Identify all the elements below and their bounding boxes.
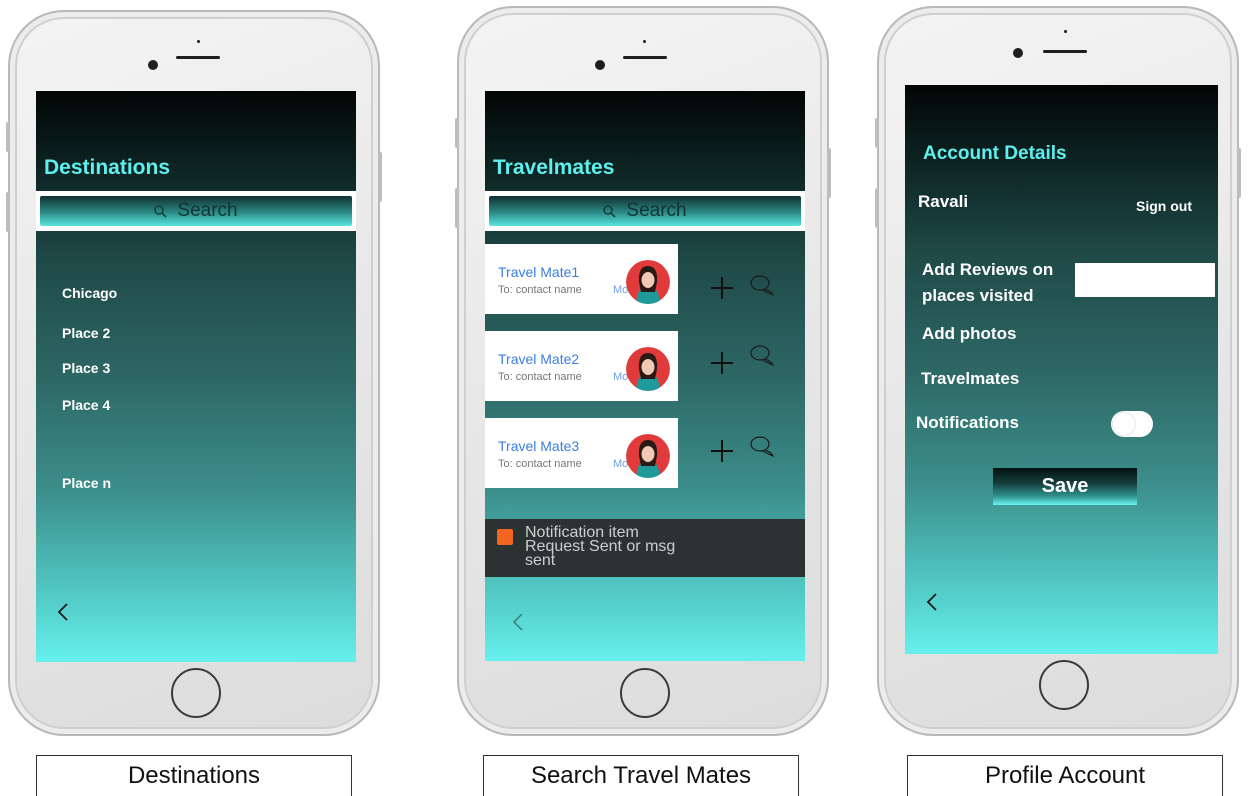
destination-item-chicago[interactable]: Chicago	[62, 285, 117, 301]
page-title: Account Details	[923, 143, 1067, 164]
side-button	[6, 122, 10, 152]
avatar	[626, 260, 670, 304]
side-button	[6, 192, 10, 232]
sensor	[643, 40, 646, 43]
side-button	[875, 118, 879, 148]
front-camera	[595, 60, 605, 70]
travel-mate-contact: To: contact name	[498, 458, 582, 470]
phone-destinations: Destinations Search Chicago Place 2 Plac…	[6, 10, 382, 736]
user-name: Ravali	[918, 192, 969, 211]
page-title: Destinations	[44, 156, 171, 179]
chat-bubble-icon[interactable]	[748, 434, 776, 458]
travelmates-link[interactable]: Travelmates	[921, 369, 1019, 389]
destination-item-place-4[interactable]: Place 4	[62, 397, 110, 413]
caption-destinations: Destinations	[36, 755, 352, 796]
chevron-left-icon[interactable]	[511, 611, 525, 633]
home-button-icon[interactable]	[620, 668, 670, 718]
phone-profile: Account Details Ravali Sign out Add Revi…	[875, 6, 1241, 736]
caption-profile-account: Profile Account	[907, 755, 1223, 796]
travel-mate-card[interactable]: Travel Mate1 To: contact name Mo	[485, 244, 678, 314]
sign-out-link[interactable]: Sign out	[1136, 198, 1192, 214]
page-title: Travelmates	[493, 156, 615, 179]
phone-travelmates: Travelmates Search Travel Mate1 To: cont…	[455, 6, 831, 736]
toggle-knob	[1113, 413, 1135, 435]
destination-item-place-n[interactable]: Place n	[62, 475, 111, 491]
search-icon	[154, 205, 167, 218]
search-icon	[603, 205, 616, 218]
destination-item-place-2[interactable]: Place 2	[62, 325, 110, 341]
notifications-label: Notifications	[916, 413, 1019, 432]
side-button	[455, 118, 459, 148]
travel-mate-card[interactable]: Travel Mate3 To: contact name Mo	[485, 418, 678, 488]
screen-destinations: Destinations Search Chicago Place 2 Plac…	[36, 91, 356, 662]
caption-search-travel-mates: Search Travel Mates	[483, 755, 799, 796]
screen-profile: Account Details Ravali Sign out Add Revi…	[905, 85, 1218, 654]
travel-mate-name[interactable]: Travel Mate2	[498, 351, 579, 367]
chevron-left-icon[interactable]	[925, 591, 939, 613]
avatar	[626, 347, 670, 391]
travel-mate-contact: To: contact name	[498, 371, 582, 383]
search-placeholder: Search	[626, 200, 687, 221]
avatar	[626, 434, 670, 478]
chat-bubble-icon[interactable]	[748, 273, 776, 297]
review-input[interactable]	[1075, 263, 1215, 297]
speaker	[176, 56, 220, 59]
notification-badge	[497, 529, 513, 545]
notification-text: Notification item Request Sent or msg se…	[525, 524, 676, 569]
sensor	[1064, 30, 1067, 33]
search-bar[interactable]: Search	[485, 191, 805, 231]
travel-mate-contact: To: contact name	[498, 284, 582, 296]
home-button-icon[interactable]	[171, 668, 221, 718]
notification-bar[interactable]: Notification item Request Sent or msg se…	[485, 519, 805, 577]
plus-icon[interactable]	[710, 351, 734, 375]
home-button-icon[interactable]	[1039, 660, 1089, 710]
front-camera	[1013, 48, 1023, 58]
side-button	[455, 188, 459, 228]
travel-mate-card[interactable]: Travel Mate2 To: contact name Mo	[485, 331, 678, 401]
screen-travelmates: Travelmates Search Travel Mate1 To: cont…	[485, 91, 805, 661]
sensor	[197, 40, 200, 43]
side-button	[1237, 148, 1241, 198]
plus-icon[interactable]	[710, 276, 734, 300]
add-reviews-link[interactable]: Add Reviews on places visited	[922, 257, 1082, 309]
plus-icon[interactable]	[710, 439, 734, 463]
chat-bubble-icon[interactable]	[748, 343, 776, 367]
search-placeholder: Search	[177, 200, 238, 221]
speaker	[1043, 50, 1087, 53]
save-button[interactable]: Save	[993, 468, 1137, 505]
travel-mate-name[interactable]: Travel Mate3	[498, 438, 579, 454]
speaker	[623, 56, 667, 59]
travel-mate-name[interactable]: Travel Mate1	[498, 264, 579, 280]
chevron-left-icon[interactable]	[56, 601, 70, 623]
search-bar[interactable]: Search	[36, 191, 356, 231]
side-button	[875, 188, 879, 228]
side-button	[827, 148, 831, 198]
front-camera	[148, 60, 158, 70]
destination-item-place-3[interactable]: Place 3	[62, 360, 110, 376]
side-button	[378, 152, 382, 202]
add-photos-link[interactable]: Add photos	[922, 324, 1016, 344]
notifications-toggle[interactable]	[1111, 411, 1153, 437]
